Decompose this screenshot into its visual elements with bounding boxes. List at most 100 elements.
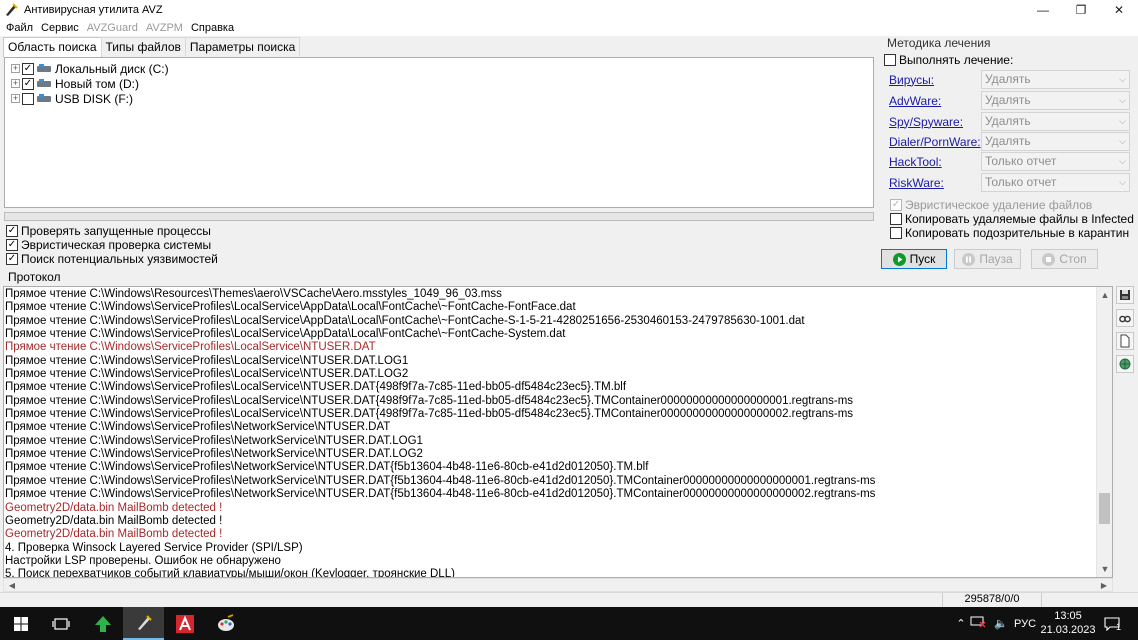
maximize-button[interactable]: ❐	[1062, 0, 1100, 19]
stop-button[interactable]: Стоп	[1031, 249, 1098, 269]
window-title: Антивирусная утилита AVZ	[24, 3, 163, 16]
expand-icon[interactable]: +	[11, 79, 20, 88]
close-button[interactable]: ✕	[1100, 0, 1138, 19]
clock-time: 13:05	[1054, 610, 1082, 622]
option-heuristic-check[interactable]: ✓ Эвристическая проверка системы	[6, 238, 218, 252]
scan-counters: 295878/0/0	[942, 593, 1042, 607]
do-treat-option[interactable]: Выполнять лечение:	[884, 53, 1013, 67]
checkbox[interactable]: ✓	[6, 225, 18, 237]
avz-taskbar-icon[interactable]	[123, 607, 164, 640]
menu-help[interactable]: Справка	[187, 22, 238, 34]
scroll-down-icon[interactable]: ▼	[1097, 561, 1112, 577]
treatment-panel: Методика лечения Выполнять лечение: Виру…	[880, 35, 1135, 245]
windows-start-icon[interactable]	[0, 607, 41, 640]
select-value: Удалять	[985, 72, 1031, 86]
notifications-button[interactable]: 1	[1104, 607, 1121, 640]
drive-row-c[interactable]: + ✓ Локальный диск (C:)	[5, 61, 873, 76]
option-label: Эвристическая проверка системы	[21, 238, 212, 252]
tab-file-types[interactable]: Типы файлов	[100, 37, 186, 56]
protocol-label: Протокол	[8, 270, 61, 284]
checkbox[interactable]: ✓	[6, 253, 18, 265]
title-bar: Антивирусная утилита AVZ — ❐ ✕	[0, 0, 1138, 19]
riskware-action-select[interactable]: Только отчет ⌵	[981, 173, 1130, 192]
scan-options: ✓ Проверять запущенные процессы ✓ Эврист…	[6, 224, 218, 266]
do-treat-label: Выполнять лечение:	[899, 53, 1014, 67]
heuristic-delete-checkbox[interactable]: ✓	[890, 199, 902, 211]
avz-app-icon	[4, 2, 18, 17]
log-line: Прямое чтение C:\Windows\Resources\Theme…	[5, 288, 502, 300]
copy-suspicious-option[interactable]: Копировать подозрительные в карантин	[890, 226, 1129, 240]
expand-icon[interactable]: +	[11, 94, 20, 103]
hacktool-link[interactable]: HackTool:	[889, 155, 981, 169]
notifications-count: 1	[1116, 621, 1122, 632]
heuristic-delete-option[interactable]: ✓ Эвристическое удаление файлов	[890, 198, 1092, 212]
log-line: Прямое чтение C:\Windows\ServiceProfiles…	[5, 314, 805, 327]
advware-action-select[interactable]: Удалять ⌵	[981, 91, 1130, 110]
start-button[interactable]: Пуск	[881, 249, 947, 269]
stop-label: Стоп	[1059, 252, 1087, 266]
tab-search-params[interactable]: Параметры поиска	[184, 37, 301, 56]
advware-link[interactable]: AdvWare:	[889, 94, 981, 108]
expand-icon[interactable]: +	[11, 64, 20, 73]
protocol-tools	[1116, 286, 1134, 378]
checkbox[interactable]: ✓	[6, 239, 18, 251]
spyware-link[interactable]: Spy/Spyware:	[889, 115, 981, 129]
copy-suspicious-checkbox[interactable]	[890, 227, 902, 239]
scroll-left-icon[interactable]: ◀	[4, 579, 20, 591]
clock[interactable]: 13:05 21.03.2023	[1040, 609, 1096, 637]
tab-search-area[interactable]: Область поиска	[3, 37, 102, 57]
log-line: Прямое чтение C:\Windows\ServiceProfiles…	[5, 448, 423, 461]
pause-button[interactable]: Пауза	[954, 249, 1021, 269]
menu-file[interactable]: Файл	[2, 22, 37, 34]
menu-avzguard[interactable]: AVZGuard	[83, 22, 142, 34]
find-in-log-icon[interactable]	[1116, 309, 1134, 327]
network-globe-icon[interactable]	[1116, 355, 1134, 373]
drive-label: Новый том (D:)	[55, 76, 139, 91]
minimize-button[interactable]: —	[1024, 0, 1062, 19]
option-vulnerability-search[interactable]: ✓ Поиск потенциальных уязвимостей	[6, 252, 218, 266]
log-vertical-scrollbar[interactable]: ▲ ▼	[1096, 287, 1112, 577]
do-treat-checkbox[interactable]	[884, 54, 896, 66]
task-view-icon[interactable]	[40, 607, 81, 640]
hacktool-action-select[interactable]: Только отчет ⌵	[981, 152, 1130, 171]
network-icon[interactable]	[970, 616, 990, 631]
drive-c-checkbox[interactable]: ✓	[22, 62, 34, 75]
volume-icon[interactable]: 🔈	[990, 617, 1012, 630]
protocol-log[interactable]: Прямое чтение C:\Windows\Resources\Theme…	[3, 286, 1113, 578]
stop-icon	[1042, 252, 1056, 266]
spyware-action-select[interactable]: Удалять ⌵	[981, 112, 1130, 131]
scroll-thumb[interactable]	[1099, 493, 1110, 524]
copy-deleted-option[interactable]: Копировать удаляемые файлы в Infected	[890, 212, 1134, 226]
drive-row-d[interactable]: + ✓ Новый том (D:)	[5, 76, 873, 91]
option-check-processes[interactable]: ✓ Проверять запущенные процессы	[6, 224, 218, 238]
menu-service[interactable]: Сервис	[37, 22, 83, 34]
paint-app-icon[interactable]	[205, 607, 246, 640]
download-app-icon[interactable]	[82, 607, 123, 640]
log-horizontal-scrollbar[interactable]: ◀ ▶	[3, 578, 1113, 592]
treat-row-viruses: Вирусы: Удалять ⌵	[889, 70, 1132, 89]
riskware-link[interactable]: RiskWare:	[889, 176, 981, 190]
dialer-action-select[interactable]: Удалять ⌵	[981, 132, 1130, 151]
document-icon[interactable]	[1116, 332, 1134, 350]
dialer-link[interactable]: Dialer/PornWare:	[889, 135, 981, 149]
option-label: Проверять запущенные процессы	[21, 224, 211, 238]
log-line: Прямое чтение C:\Windows\ServiceProfiles…	[5, 368, 409, 381]
drive-d-checkbox[interactable]: ✓	[22, 77, 34, 90]
drive-f-checkbox[interactable]	[22, 92, 34, 105]
menu-avzpm[interactable]: AVZPM	[142, 22, 187, 34]
search-tabs: Область поиска Типы файлов Параметры пои…	[3, 37, 301, 57]
viruses-link[interactable]: Вирусы:	[889, 73, 981, 87]
scroll-up-icon[interactable]: ▲	[1097, 287, 1112, 303]
language-indicator[interactable]: РУС	[1014, 618, 1036, 630]
viruses-action-select[interactable]: Удалять ⌵	[981, 70, 1130, 89]
treatment-title: Методика лечения	[887, 36, 991, 50]
scroll-right-icon[interactable]: ▶	[1096, 579, 1112, 591]
tray-chevron-up-icon[interactable]: ⌃	[952, 617, 970, 630]
copy-deleted-checkbox[interactable]	[890, 213, 902, 225]
usb-drive-icon	[37, 94, 51, 103]
drive-row-f[interactable]: + USB DISK (F:)	[5, 91, 873, 106]
autocad-icon[interactable]	[164, 607, 205, 640]
save-log-icon[interactable]	[1116, 286, 1134, 304]
select-value: Удалять	[985, 93, 1031, 107]
treat-row-advware: AdvWare: Удалять ⌵	[889, 91, 1132, 110]
